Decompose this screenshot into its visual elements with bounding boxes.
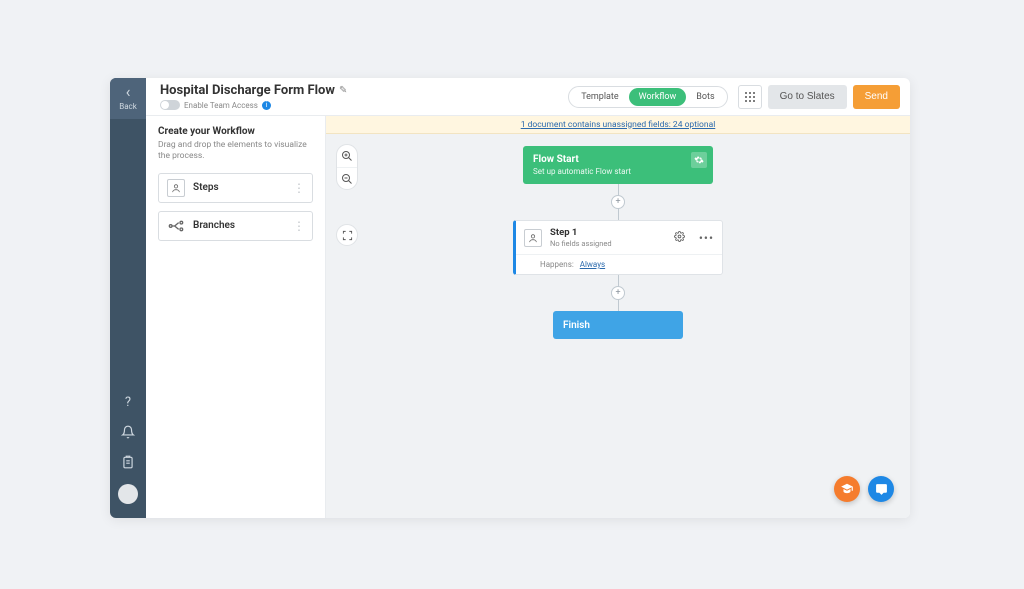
step-1-node[interactable]: Step 1 No fields assigned ••• Happens: (513, 220, 723, 275)
help-icon[interactable]: ? (120, 394, 136, 410)
warning-banner: 1 document contains unassigned fields: 2… (326, 116, 910, 134)
view-switcher: Template Workflow Bots (568, 86, 727, 108)
happens-value[interactable]: Always (580, 260, 605, 269)
tab-bots[interactable]: Bots (686, 88, 724, 106)
happens-label: Happens: (540, 260, 574, 269)
tab-workflow[interactable]: Workflow (629, 88, 687, 106)
bell-icon[interactable] (120, 424, 136, 440)
palette-branches-label: Branches (193, 220, 235, 231)
academy-button[interactable] (834, 476, 860, 502)
workflow-canvas[interactable]: 1 document contains unassigned fields: 2… (326, 116, 910, 518)
palette-steps-label: Steps (193, 182, 219, 193)
flow-start-subtitle: Set up automatic Flow start (533, 167, 703, 176)
back-label: Back (119, 102, 137, 111)
zoom-control (336, 144, 358, 190)
team-access-toggle[interactable] (160, 100, 180, 110)
avatar[interactable] (118, 484, 138, 504)
person-icon (524, 229, 542, 247)
zoom-in-button[interactable] (337, 145, 357, 167)
flow-start-title: Flow Start (533, 154, 703, 165)
more-icon[interactable]: ••• (699, 231, 714, 245)
tab-template[interactable]: Template (571, 88, 628, 106)
zoom-out-button[interactable] (337, 167, 357, 189)
sidepanel-subtitle: Drag and drop the elements to visualize … (158, 140, 313, 163)
step-title: Step 1 (550, 227, 666, 238)
gear-icon[interactable] (674, 231, 685, 245)
back-button[interactable]: ‹ Back (110, 78, 146, 119)
flow-start-node[interactable]: Flow Start Set up automatic Flow start (523, 146, 713, 184)
go-to-slates-button[interactable]: Go to Slates (768, 85, 847, 109)
add-step-button[interactable]: + (611, 286, 625, 300)
left-rail: ‹ Back ? (110, 78, 146, 518)
info-icon[interactable]: i (262, 101, 271, 110)
chat-button[interactable] (868, 476, 894, 502)
team-access-label: Enable Team Access (184, 101, 258, 110)
fit-screen-button[interactable] (336, 224, 358, 246)
finish-label: Finish (563, 320, 590, 331)
pencil-icon[interactable]: ✎ (339, 85, 347, 96)
sidepanel-title: Create your Workflow (158, 126, 313, 137)
send-button[interactable]: Send (853, 85, 900, 109)
header: Hospital Discharge Form Flow ✎ Enable Te… (146, 78, 910, 116)
gear-icon[interactable] (691, 152, 707, 168)
step-subtitle: No fields assigned (550, 239, 666, 248)
chevron-left-icon: ‹ (126, 84, 131, 100)
clipboard-icon[interactable] (120, 454, 136, 470)
page-title: Hospital Discharge Form Flow (160, 83, 335, 98)
palette-branches[interactable]: Branches ⋮ (158, 211, 313, 241)
drag-handle-icon: ⋮ (293, 219, 304, 233)
apps-grid-icon[interactable] (738, 85, 762, 109)
app-window: ‹ Back ? Hospital Discharge Form Flow ✎ (110, 78, 910, 518)
warning-link[interactable]: 1 document contains unassigned fields: 2… (521, 120, 716, 130)
flow-diagram: Flow Start Set up automatic Flow start + (508, 146, 728, 339)
add-step-button[interactable]: + (611, 195, 625, 209)
person-icon (167, 179, 185, 197)
finish-node[interactable]: Finish (553, 311, 683, 339)
branch-icon (167, 217, 185, 235)
drag-handle-icon: ⋮ (293, 181, 304, 195)
palette-steps[interactable]: Steps ⋮ (158, 173, 313, 203)
side-panel: Create your Workflow Drag and drop the e… (146, 116, 326, 518)
